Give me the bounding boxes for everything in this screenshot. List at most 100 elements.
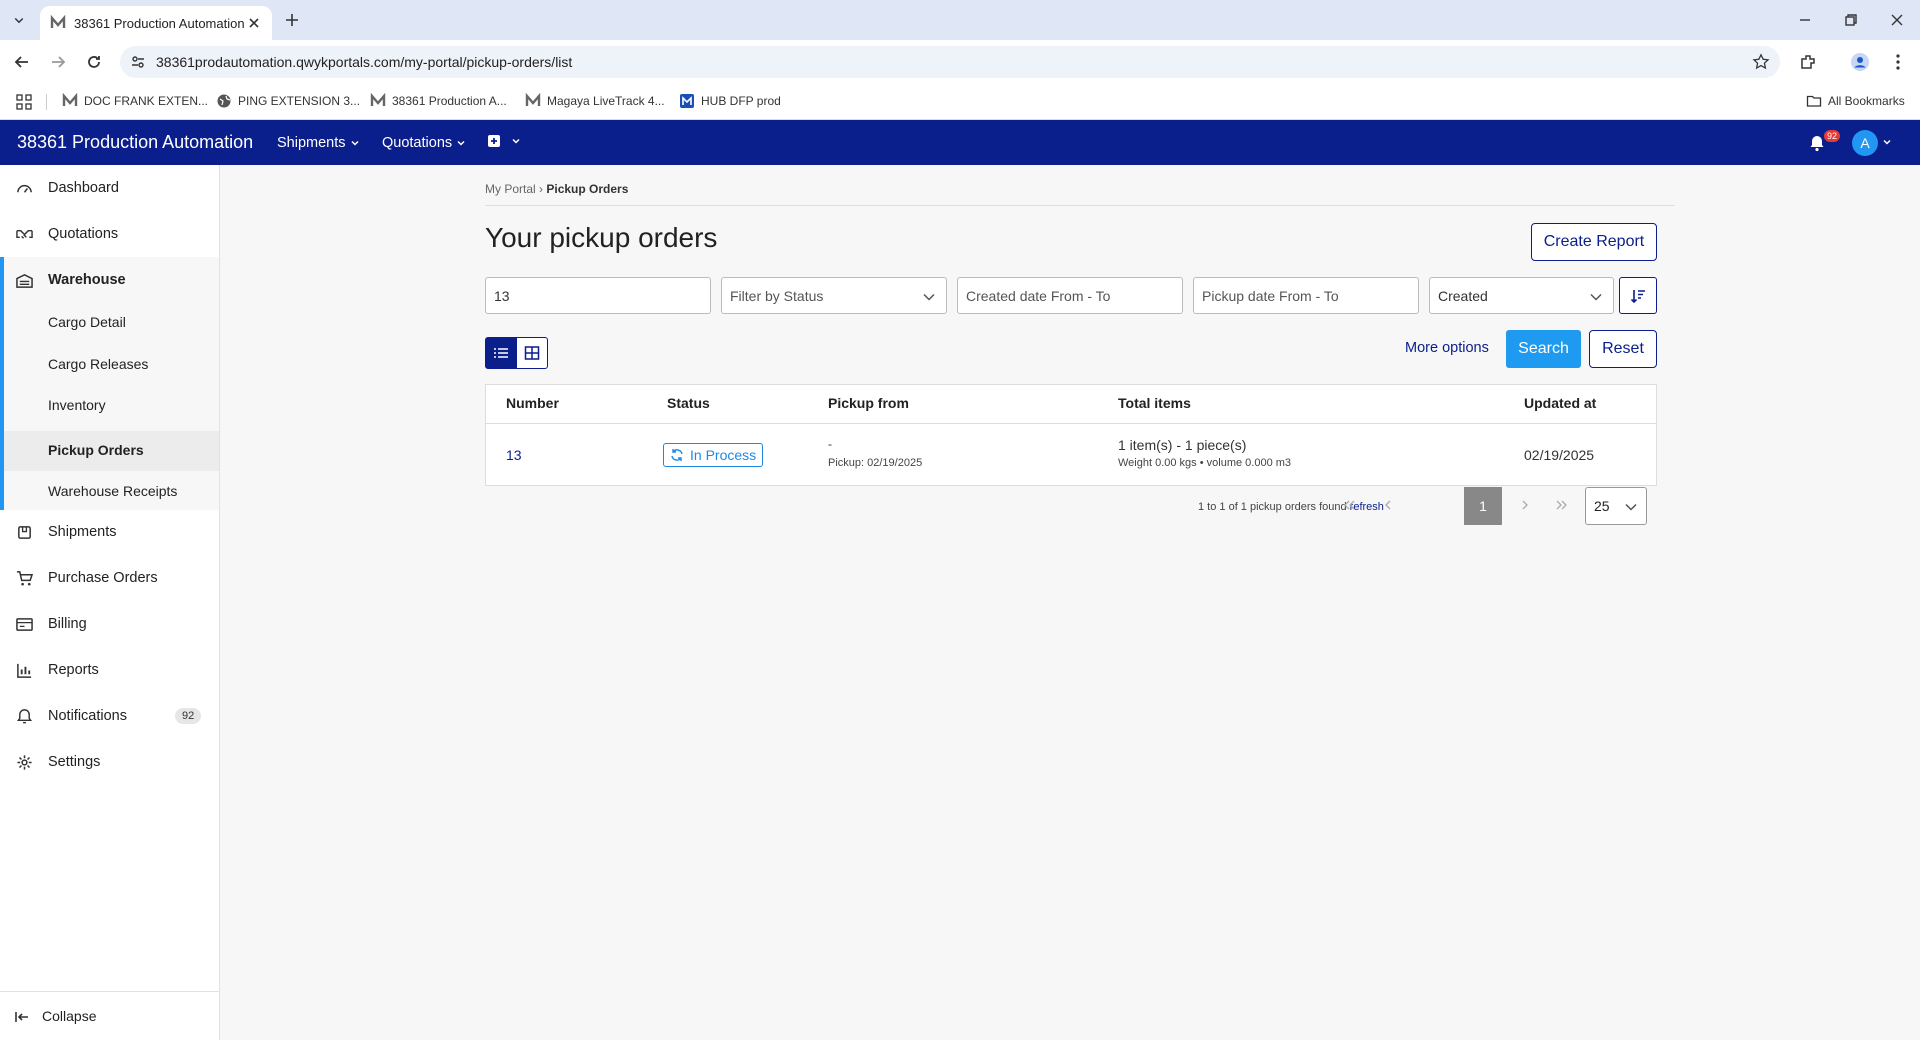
restore-icon[interactable] — [1841, 10, 1861, 30]
pickup-date: Pickup: 02/19/2025 — [828, 457, 923, 469]
column-header[interactable]: Status — [667, 395, 710, 411]
box-icon — [18, 525, 31, 539]
extensions-icon[interactable] — [1798, 52, 1818, 72]
plus-square-icon — [488, 135, 500, 147]
pickup-date-range-input[interactable]: Pickup date From - To — [1193, 277, 1419, 314]
first-page-icon[interactable] — [1341, 497, 1357, 513]
column-header[interactable]: Total items — [1118, 395, 1191, 411]
status-label: In Process — [690, 447, 757, 463]
hub-favicon-icon — [680, 94, 694, 108]
browser-tab[interactable]: 38361 Production Automation — [40, 6, 272, 40]
all-bookmarks[interactable]: All Bookmarks — [1806, 93, 1905, 109]
last-page-icon[interactable] — [1554, 497, 1570, 513]
search-number-input[interactable]: 13 — [485, 277, 711, 314]
sort-by-select[interactable]: Created — [1429, 277, 1614, 314]
sidebar-item-dashboard[interactable]: Dashboard — [0, 165, 219, 211]
reset-button[interactable]: Reset — [1589, 330, 1657, 368]
next-page-icon[interactable] — [1517, 497, 1533, 513]
bookmark-star-icon[interactable] — [1752, 53, 1770, 71]
column-header[interactable]: Number — [506, 395, 559, 411]
back-icon[interactable] — [12, 52, 32, 72]
sidebar-item-warehouse[interactable]: Warehouse — [4, 257, 219, 303]
chevron-down-icon — [457, 140, 465, 146]
bookmark-item[interactable]: DOC FRANK EXTEN... — [62, 93, 208, 109]
breadcrumb-separator: › — [535, 182, 547, 196]
sidebar-item-label: Shipments — [48, 524, 117, 540]
status-filter-placeholder: Filter by Status — [730, 287, 824, 304]
status-filter-select[interactable]: Filter by Status — [721, 277, 947, 314]
breadcrumb-root[interactable]: My Portal — [485, 182, 536, 196]
bookmark-label: HUB DFP prod — [701, 94, 781, 108]
sidebar-item-label: Billing — [48, 616, 87, 632]
brand-title[interactable]: 38361 Production Automation — [17, 132, 253, 153]
grid-view-toggle[interactable] — [516, 337, 548, 369]
site-info-icon[interactable] — [130, 54, 146, 70]
browser-menu-icon[interactable] — [1888, 52, 1908, 72]
create-report-button[interactable]: Create Report — [1531, 223, 1657, 261]
chevron-down-icon — [512, 138, 520, 144]
sort-descending-icon — [1630, 289, 1645, 303]
reload-icon[interactable] — [84, 52, 104, 72]
sidebar-item-purchase-orders[interactable]: Purchase Orders — [0, 555, 219, 601]
column-header[interactable]: Pickup from — [828, 395, 909, 411]
tab-search-chevron-icon[interactable] — [8, 9, 30, 31]
folder-icon — [1806, 95, 1822, 107]
bookmark-item[interactable]: PING EXTENSION 3... — [216, 93, 360, 109]
page-size-select[interactable]: 25 — [1585, 487, 1647, 525]
sort-by-value: Created — [1438, 287, 1488, 304]
forward-icon[interactable] — [48, 52, 68, 72]
column-header[interactable]: Updated at — [1524, 395, 1596, 411]
minimize-icon[interactable] — [1795, 10, 1815, 30]
sidebar-subitem-cargo-releases[interactable]: Cargo Releases — [48, 356, 148, 372]
sidebar-item-settings[interactable]: Settings — [0, 739, 219, 785]
page-size-value: 25 — [1594, 498, 1610, 514]
pickup-from: - — [828, 437, 832, 451]
previous-page-icon[interactable] — [1380, 497, 1396, 513]
sidebar-subitem-inventory[interactable]: Inventory — [48, 397, 106, 413]
nav-shipments[interactable]: Shipments — [277, 135, 360, 151]
bookmark-item[interactable]: HUB DFP prod — [679, 93, 781, 109]
bookmark-separator — [46, 94, 47, 110]
notifications-count-badge: 92 — [175, 708, 202, 724]
url-field[interactable]: 38361prodautomation.qwykportals.com/my-p… — [120, 46, 1780, 78]
created-date-range-input[interactable]: Created date From - To — [957, 277, 1183, 314]
sidebar-item-shipments[interactable]: Shipments — [0, 509, 219, 555]
bookmark-item[interactable]: Magaya LiveTrack 4... — [525, 93, 665, 109]
sidebar-subitem-warehouse-receipts[interactable]: Warehouse Receipts — [48, 483, 177, 499]
sidebar-item-notifications[interactable]: Notifications 92 — [0, 693, 219, 739]
sidebar-item-billing[interactable]: Billing — [0, 601, 219, 647]
collapse-sidebar-button[interactable]: Collapse — [0, 991, 219, 1040]
sidebar: Dashboard Quotations Warehouse Cargo Det… — [0, 165, 220, 1040]
handshake-icon — [16, 229, 33, 239]
sidebar-item-reports[interactable]: Reports — [0, 647, 219, 693]
nav-quotations[interactable]: Quotations — [382, 135, 466, 151]
close-window-icon[interactable] — [1887, 10, 1907, 30]
list-view-toggle[interactable] — [485, 337, 517, 369]
pager-count-text: 1 to 1 of 1 pickup orders found — [1198, 501, 1347, 513]
order-number-link[interactable]: 13 — [506, 447, 522, 463]
new-tab-icon[interactable] — [282, 10, 302, 30]
nav-create-menu[interactable] — [487, 134, 521, 148]
avatar[interactable]: A — [1852, 130, 1878, 156]
divider — [485, 205, 1675, 206]
bell-icon — [16, 708, 33, 723]
sidebar-item-quotations[interactable]: Quotations — [0, 211, 219, 257]
search-button[interactable]: Search — [1506, 330, 1581, 368]
status-badge: In Process — [663, 443, 764, 467]
sort-direction-button[interactable] — [1619, 277, 1657, 314]
close-tab-icon[interactable] — [246, 15, 262, 31]
sidebar-subitem-pickup-orders[interactable]: Pickup Orders — [48, 442, 144, 458]
chevron-down-icon[interactable] — [1882, 137, 1892, 147]
sync-icon — [671, 449, 683, 461]
bookmark-item[interactable]: 38361 Production A... — [370, 93, 507, 109]
apps-grid-icon[interactable] — [16, 94, 32, 110]
more-options-link[interactable]: More options — [1405, 340, 1489, 356]
address-bar-row: 38361prodautomation.qwykportals.com/my-p… — [0, 40, 1920, 84]
sidebar-item-label: Notifications — [48, 708, 127, 724]
current-page-button[interactable]: 1 — [1464, 487, 1502, 525]
warehouse-group: Warehouse Cargo Detail Cargo Releases In… — [0, 257, 219, 510]
sidebar-item-label: Settings — [48, 754, 101, 770]
profile-icon[interactable] — [1850, 52, 1870, 72]
sidebar-subitem-cargo-detail[interactable]: Cargo Detail — [48, 314, 126, 330]
magaya-favicon-icon — [62, 93, 78, 106]
